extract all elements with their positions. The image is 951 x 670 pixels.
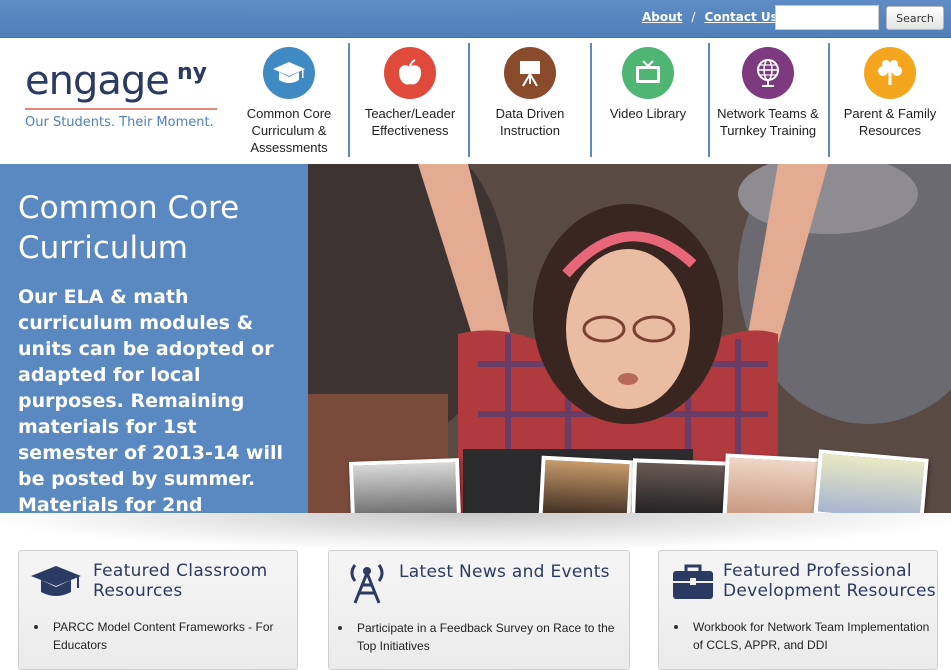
graduation-cap-icon: [263, 47, 315, 99]
list-item-link[interactable]: Workbook for Network Team Implementation…: [693, 620, 929, 652]
card-title: Featured Classroom Resources: [93, 561, 268, 601]
television-icon: [622, 47, 674, 99]
logo-underline: [25, 108, 217, 110]
card-title: Latest News and Events: [399, 562, 610, 582]
bullet: [338, 626, 342, 630]
engageny-logo[interactable]: engage ny Our Students. Their Moment.: [25, 60, 225, 130]
card-title: Featured Professional Development Resour…: [723, 561, 936, 601]
hero-text-panel: Common Core Curriculum Our ELA & math cu…: [0, 164, 308, 513]
nav-data-driven[interactable]: Data Driven Instruction: [476, 43, 584, 158]
logo-tagline: Our Students. Their Moment.: [25, 115, 214, 130]
easel-icon: [504, 47, 556, 99]
thumbnail-3[interactable]: [630, 458, 732, 513]
hero-photo: [268, 164, 951, 513]
thumbnail-4[interactable]: [722, 453, 824, 513]
graduation-cap-icon: [29, 564, 83, 604]
nav-parent-family[interactable]: Parent & Family Resources: [836, 43, 944, 158]
nav-divider: [590, 43, 592, 157]
apple-icon: [384, 47, 436, 99]
link-separator: /: [691, 10, 696, 24]
search-input[interactable]: [775, 5, 879, 30]
list-item: Workbook for Network Team Implementation…: [674, 618, 933, 654]
site-header: engage ny Our Students. Their Moment. Co…: [0, 38, 951, 164]
tree-icon: [864, 47, 916, 99]
card-featured-classroom: Featured Classroom Resources PARCC Model…: [18, 550, 298, 670]
nav-label: Parent & Family Resources: [843, 106, 937, 138]
briefcase-icon: [671, 563, 715, 605]
list-item: Participate in a Feedback Survey on Race…: [338, 619, 621, 655]
list-item-link[interactable]: PARCC Model Content Frameworks - For Edu…: [53, 620, 274, 652]
bullet: [34, 625, 38, 629]
top-bar: About / Contact Us Search: [0, 0, 951, 38]
nav-label: Teacher/Leader Effectiveness: [364, 106, 456, 138]
thumbnail-5[interactable]: [813, 449, 929, 513]
nav-label: Common Core Curriculum & Assessments: [246, 106, 332, 155]
globe-icon: [742, 47, 794, 99]
nav-network-teams[interactable]: Network Teams & Turnkey Training: [710, 43, 826, 158]
nav-divider: [468, 43, 470, 157]
hero-banner: Common Core Curriculum Our ELA & math cu…: [0, 164, 951, 513]
card-list: Workbook for Network Team Implementation…: [674, 618, 933, 654]
bullet: [674, 625, 678, 629]
nav-label: Video Library: [609, 106, 687, 121]
list-item-link[interactable]: Participate in a Feedback Survey on Race…: [357, 621, 614, 653]
hero-shadow: [0, 513, 951, 549]
thumbnail-1[interactable]: [348, 458, 462, 513]
nav-divider: [348, 43, 350, 157]
antenna-tower-icon: [347, 559, 387, 609]
card-latest-news: Latest News and Events Participate in a …: [328, 550, 630, 670]
nav-label: Network Teams & Turnkey Training: [717, 106, 819, 138]
logo-superscript: ny: [177, 60, 208, 85]
nav-video-library[interactable]: Video Library: [598, 43, 698, 158]
hero-description: Our ELA & math curriculum modules & unit…: [18, 286, 283, 513]
about-link[interactable]: About: [642, 10, 682, 24]
nav-common-core[interactable]: Common Core Curriculum & Assessments: [238, 43, 340, 158]
top-links: About / Contact Us: [642, 10, 778, 24]
contact-us-link[interactable]: Contact Us: [704, 10, 777, 24]
card-featured-pd: Featured Professional Development Resour…: [658, 550, 938, 670]
nav-teacher-leader[interactable]: Teacher/Leader Effectiveness: [356, 43, 464, 158]
nav-label: Data Driven Instruction: [495, 106, 565, 138]
nav-divider: [828, 43, 830, 157]
search-button[interactable]: Search: [886, 6, 944, 30]
card-list: Participate in a Feedback Survey on Race…: [338, 619, 621, 655]
card-list: PARCC Model Content Frameworks - For Edu…: [34, 618, 293, 654]
thumbnail-2[interactable]: [538, 455, 634, 513]
list-item: PARCC Model Content Frameworks - For Edu…: [34, 618, 293, 654]
hero-title: Common Core Curriculum: [18, 190, 240, 266]
